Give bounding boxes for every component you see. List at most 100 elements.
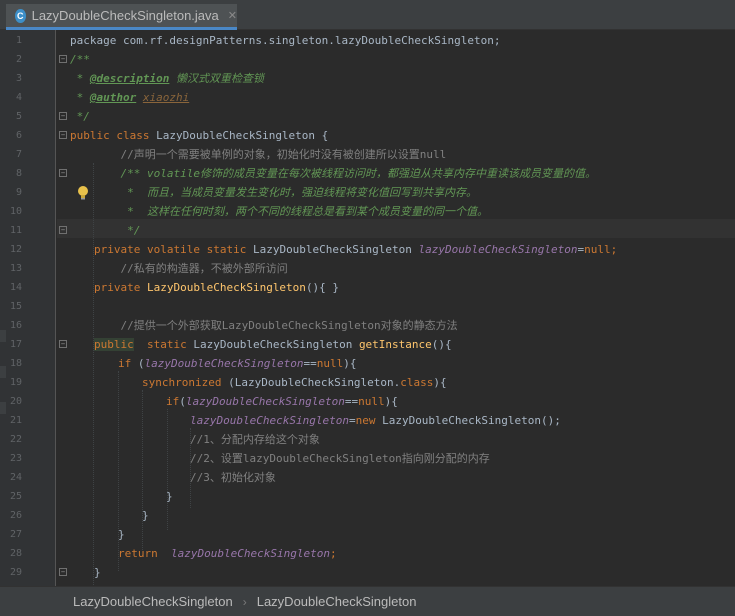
code-line: 4 * @author xiaozhi	[0, 88, 735, 107]
token-t: //1、分配内存给这个对象	[190, 433, 320, 446]
code-text: }	[166, 487, 173, 506]
fold-icon[interactable]: −	[59, 55, 67, 63]
line-number: 3	[15, 73, 22, 84]
code-text: //私有的构造器，不被外部所访问	[94, 259, 288, 278]
token-f: lazyDoubleCheckSingleton	[190, 414, 349, 427]
token-e: ;	[329, 547, 337, 560]
fold-icon[interactable]: −	[59, 340, 67, 348]
token-t: */	[94, 224, 141, 237]
line-number: 24	[9, 472, 22, 483]
token-i: volatile	[146, 167, 200, 180]
token-k: return	[118, 547, 158, 560]
token-t: //提供一个外部获取LazyDoubleCheckSingleton对象的静态方…	[94, 319, 458, 332]
line-number: 15	[9, 301, 22, 312]
line-number: 18	[9, 358, 22, 369]
close-icon[interactable]: ✕	[228, 9, 237, 22]
token-t: LazyDoubleCheckSingleton	[186, 338, 359, 351]
line-number: 17	[9, 339, 22, 350]
line-number: 4	[15, 92, 22, 103]
token-k2: null	[584, 243, 611, 256]
token-t: (){ }	[305, 281, 340, 294]
token-f: lazyDoubleCheckSingleton	[171, 547, 330, 560]
code-text: package com.rf.designPatterns.singleton.…	[70, 31, 500, 50]
token-k: private volatile static	[94, 243, 247, 256]
fold-icon[interactable]: −	[59, 169, 67, 177]
line-number: 12	[9, 244, 22, 255]
token-b: 修饰的成员变量在每次被线程访问时，都强迫从共享内存中重读该成员变量的值。	[199, 167, 596, 180]
code-line: 11 − */	[0, 221, 735, 240]
code-text: if(lazyDoubleCheckSingleton==null){	[166, 392, 398, 411]
fold-icon[interactable]: −	[59, 568, 67, 576]
line-number: 28	[9, 548, 22, 559]
line-number: 9	[15, 187, 22, 198]
code-line: 8 − /** volatile修饰的成员变量在每次被线程访问时，都强迫从共享内存…	[0, 164, 735, 183]
code-text: lazyDoubleCheckSingleton=new LazyDoubleC…	[190, 411, 561, 430]
token-k: new	[355, 414, 376, 427]
token-k: if	[166, 395, 180, 408]
breadcrumb-class[interactable]: LazyDoubleCheckSingleton	[73, 594, 233, 609]
java-class-icon: C	[15, 8, 26, 23]
code-line: 23 //2、设置lazyDoubleCheckSingleton指向刚分配的内存	[0, 449, 735, 468]
code-text: return lazyDoubleCheckSingleton;	[118, 544, 337, 563]
token-t: //私有的构造器，不被外部所访问	[94, 262, 288, 275]
token-e2: ){	[384, 395, 398, 408]
code-text: }	[94, 563, 101, 582]
line-number: 23	[9, 453, 22, 464]
token-val: xiaozhi	[142, 91, 190, 104]
token-t: package com.rf.designPatterns.singleton.…	[70, 34, 501, 47]
code-text: public class LazyDoubleCheckSingleton {	[70, 126, 328, 145]
line-number: 8	[15, 168, 22, 179]
token-t: (	[179, 395, 186, 408]
fold-icon[interactable]: −	[59, 112, 67, 120]
token-t: * 这样在任何时刻，两个不同的线程总是看到某个成员变量的同一个值。	[94, 205, 488, 218]
lightbulb-icon[interactable]	[76, 185, 90, 201]
code-line: 10 * 这样在任何时刻，两个不同的线程总是看到某个成员变量的同一个值。	[0, 202, 735, 221]
code-text: //1、分配内存给这个对象	[190, 430, 320, 449]
token-m: LazyDoubleCheckSingleton	[146, 281, 306, 294]
code-text: private LazyDoubleCheckSingleton(){ }	[94, 278, 339, 297]
token-t: //2、设置lazyDoubleCheckSingleton指向刚分配的内存	[190, 452, 490, 465]
code-text: if (lazyDoubleCheckSingleton==null){	[118, 354, 356, 373]
line-number: 13	[9, 263, 22, 274]
token-e: (){	[431, 338, 452, 351]
token-k: public class	[70, 129, 150, 142]
token-t: (LazyDoubleCheckSingleton.	[221, 376, 401, 389]
code-line: 5 − */	[0, 107, 735, 126]
code-line: 22 //1、分配内存给这个对象	[0, 430, 735, 449]
token-m: getInstance	[358, 338, 432, 351]
code-text: */	[94, 221, 140, 240]
tab-filename: LazyDoubleCheckSingleton.java	[31, 8, 219, 23]
code-text: }	[118, 525, 125, 544]
code-line: 26}	[0, 506, 735, 525]
code-text: * 这样在任何时刻，两个不同的线程总是看到某个成员变量的同一个值。	[94, 202, 488, 221]
code-text: }	[142, 506, 149, 525]
token-k2: class	[400, 376, 434, 389]
code-line: 1 package com.rf.designPatterns.singleton…	[0, 31, 735, 50]
breadcrumb-field[interactable]: LazyDoubleCheckSingleton	[257, 594, 417, 609]
token-t: }	[166, 490, 173, 503]
token-t: //声明一个需要被单例的对象，初始化时没有被创建所以设置null	[94, 148, 447, 161]
code-line: 13 //私有的构造器，不被外部所访问	[0, 259, 735, 278]
fold-icon[interactable]: −	[59, 131, 67, 139]
token-t: (	[131, 357, 145, 370]
token-k: if	[118, 357, 132, 370]
line-number: 20	[9, 396, 22, 407]
code-line: 6 − public class LazyDoubleCheckSingleton …	[0, 126, 735, 145]
code-text: //3、初始化对象	[190, 468, 276, 487]
tab-lazydoublechecksingleton-java[interactable]: C LazyDoubleCheckSingleton.java ✕	[6, 4, 237, 30]
line-number: 2	[15, 54, 22, 65]
code-line: 16 //提供一个外部获取LazyDoubleCheckSingleton对象的…	[0, 316, 735, 335]
token-t: }	[118, 528, 125, 541]
fold-icon[interactable]: −	[59, 226, 67, 234]
code-line: 2 −/**	[0, 50, 735, 69]
line-number: 16	[9, 320, 22, 331]
line-number: 19	[9, 377, 22, 388]
code-text: */	[70, 107, 90, 126]
token-e: ==	[303, 357, 317, 370]
line-number: 27	[9, 529, 22, 540]
token-tag: @description	[89, 72, 170, 85]
token-t: /**	[70, 53, 90, 66]
token-b: 懒汉式双重检查锁	[169, 72, 264, 85]
token-t: LazyDoubleCheckSingleton();	[375, 414, 561, 427]
token-t: LazyDoubleCheckSingleton {	[149, 129, 329, 142]
